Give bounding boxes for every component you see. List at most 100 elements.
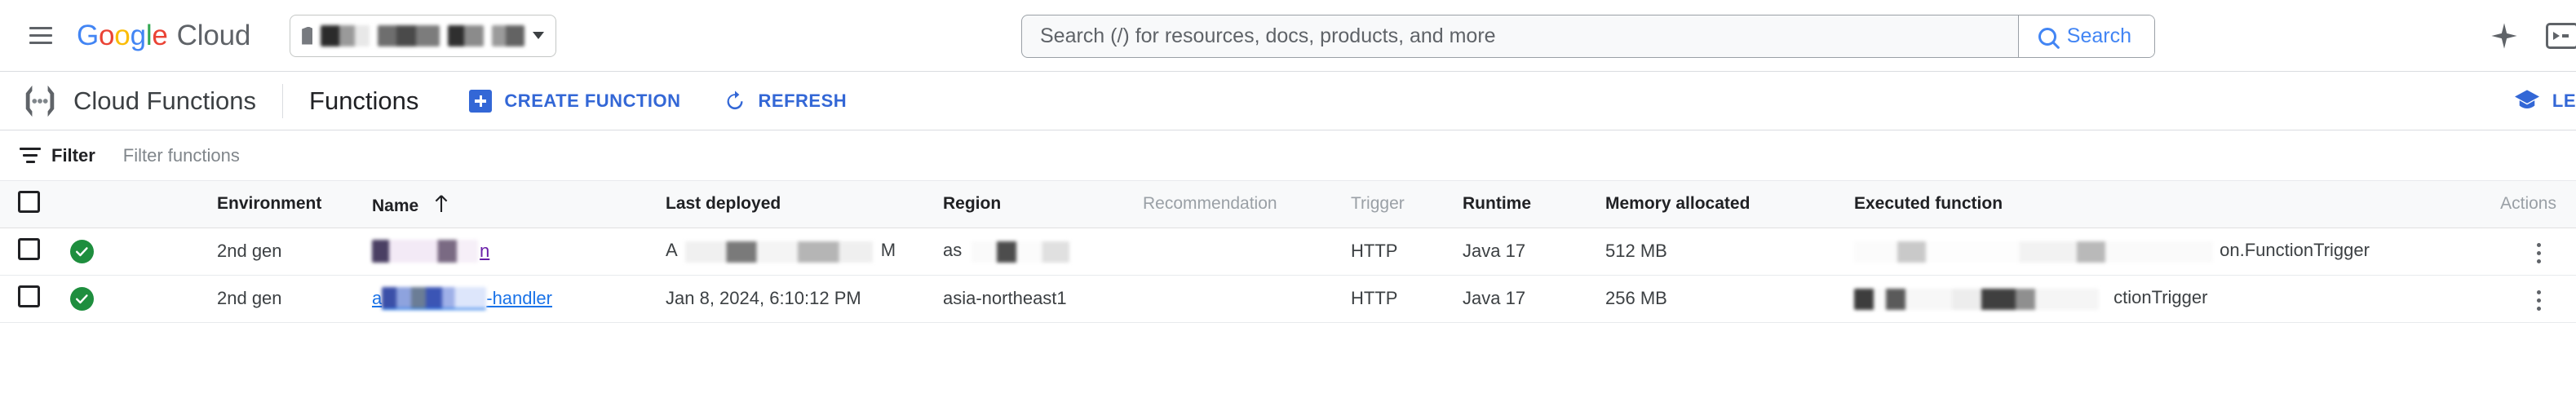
sort-ascending-icon: [433, 194, 449, 219]
column-header-executed-function[interactable]: Executed function: [1854, 181, 2478, 228]
hamburger-menu-icon[interactable]: [23, 18, 59, 54]
filter-input[interactable]: [122, 144, 611, 167]
refresh-button[interactable]: REFRESH: [724, 90, 848, 113]
refresh-label: REFRESH: [759, 91, 848, 112]
page-action-bar: CREATE FUNCTION REFRESH: [469, 90, 847, 113]
cell-memory: 512 MB: [1605, 228, 1854, 275]
column-header-actions: Actions: [2478, 181, 2576, 228]
column-header-trigger[interactable]: Trigger: [1351, 181, 1463, 228]
search-button-label: Search: [2067, 24, 2131, 48]
refresh-icon: [724, 90, 746, 113]
select-all-header: [0, 181, 70, 228]
cell-recommendation: [1143, 228, 1351, 275]
cell-runtime: Java 17: [1463, 228, 1605, 275]
table-header: Environment Name Last deployed Region Re…: [0, 181, 2576, 228]
last-deployed-visible-end: M: [881, 240, 896, 260]
function-name-link[interactable]: n: [480, 241, 489, 262]
column-header-runtime[interactable]: Runtime: [1463, 181, 1605, 228]
column-header-last-deployed[interactable]: Last deployed: [666, 181, 943, 228]
project-name-redacted: [378, 25, 440, 46]
column-header-name[interactable]: Name: [372, 181, 666, 228]
column-header-recommendation[interactable]: Recommendation: [1143, 181, 1351, 228]
global-search[interactable]: Search: [1021, 15, 2155, 58]
row-checkbox[interactable]: [18, 285, 40, 307]
last-deployed-visible-start: A: [666, 240, 676, 260]
table-body: 2nd gen n A M as HTTP Java 17 512 MB: [0, 228, 2576, 322]
filter-list-icon[interactable]: [20, 145, 41, 166]
cloud-functions-icon: [21, 82, 59, 120]
google-wordmark: Google: [77, 20, 168, 52]
project-name-redacted: [492, 25, 524, 46]
column-header-environment[interactable]: Environment: [217, 181, 372, 228]
row-checkbox-cell: [0, 228, 70, 275]
function-name-redacted: [382, 287, 486, 310]
cell-actions: [2478, 275, 2576, 322]
cell-last-deployed: A M: [666, 228, 943, 275]
cloud-shell-icon[interactable]: [2534, 7, 2576, 65]
page-header: Cloud Functions Functions CREATE FUNCTIO…: [0, 72, 2576, 130]
product-title[interactable]: Cloud Functions: [73, 86, 256, 116]
table-row[interactable]: 2nd gen n A M as HTTP Java 17 512 MB: [0, 228, 2576, 275]
executed-function-redacted: [1854, 289, 2099, 310]
project-selector[interactable]: [290, 15, 556, 57]
cell-last-deployed: Jan 8, 2024, 6:10:12 PM: [666, 275, 943, 322]
cell-name[interactable]: n: [372, 228, 666, 275]
row-status-cell: [70, 275, 217, 322]
cell-region: asia-northeast1: [943, 275, 1143, 322]
check-circle-icon: [70, 240, 94, 263]
more-vert-icon[interactable]: [2521, 236, 2556, 272]
region-redacted: [972, 241, 1069, 263]
cloud-wordmark: Cloud: [177, 20, 250, 52]
caret-down-icon: [533, 32, 544, 39]
column-header-name-label: Name: [372, 197, 418, 215]
project-name-redacted: [448, 25, 484, 46]
table-header-row: Environment Name Last deployed Region Re…: [0, 181, 2576, 228]
top-bar-right-icons: [2475, 0, 2576, 72]
plus-box-icon: [469, 90, 492, 113]
row-checkbox-cell: [0, 275, 70, 322]
last-deployed-redacted: [685, 241, 873, 263]
executed-function-visible: ctionTrigger: [2113, 287, 2207, 307]
row-status-cell: [70, 228, 217, 275]
row-checkbox[interactable]: [18, 238, 40, 260]
select-all-checkbox[interactable]: [18, 191, 40, 213]
create-function-label: CREATE FUNCTION: [504, 91, 680, 112]
function-name-prefix[interactable]: a: [372, 288, 382, 309]
function-name-suffix[interactable]: -handler: [486, 288, 552, 309]
filter-bar: Filter: [0, 130, 2576, 181]
function-name-redacted: [372, 240, 478, 263]
executed-function-redacted: [1854, 241, 2213, 263]
table-row[interactable]: 2nd gen a -handler Jan 8, 2024, 6:10:12 …: [0, 275, 2576, 322]
more-vert-icon[interactable]: [2521, 283, 2556, 319]
search-button[interactable]: Search: [2018, 15, 2154, 57]
cell-environment: 2nd gen: [217, 275, 372, 322]
header-divider: [282, 84, 283, 118]
cell-executed-function: on.FunctionTrigger: [1854, 228, 2478, 275]
page-title: Functions: [309, 86, 418, 116]
learn-label: LE: [2552, 91, 2576, 112]
google-cloud-logo[interactable]: Google Cloud: [77, 20, 250, 52]
cell-region: as: [943, 228, 1143, 275]
search-input[interactable]: [1022, 15, 2018, 57]
cell-environment: 2nd gen: [217, 228, 372, 275]
top-app-bar: Google Cloud Search: [0, 0, 2576, 72]
cell-memory: 256 MB: [1605, 275, 1854, 322]
cell-runtime: Java 17: [1463, 275, 1605, 322]
cell-recommendation: [1143, 275, 1351, 322]
column-header-region[interactable]: Region: [943, 181, 1143, 228]
learn-button[interactable]: LE: [2513, 89, 2576, 113]
functions-table: Environment Name Last deployed Region Re…: [0, 181, 2576, 323]
executed-function-visible: on.FunctionTrigger: [2220, 240, 2370, 260]
filter-label: Filter: [51, 145, 95, 166]
project-name-redacted: [321, 25, 370, 46]
check-circle-icon: [70, 287, 94, 311]
create-function-button[interactable]: CREATE FUNCTION: [469, 90, 680, 113]
gemini-sparkle-icon[interactable]: [2475, 7, 2534, 65]
cell-name[interactable]: a -handler: [372, 275, 666, 322]
cell-trigger: HTTP: [1351, 228, 1463, 275]
cell-executed-function: ctionTrigger: [1854, 275, 2478, 322]
column-header-memory[interactable]: Memory allocated: [1605, 181, 1854, 228]
learn-school-icon: [2513, 89, 2541, 113]
status-header: [70, 181, 217, 228]
cell-actions: [2478, 228, 2576, 275]
